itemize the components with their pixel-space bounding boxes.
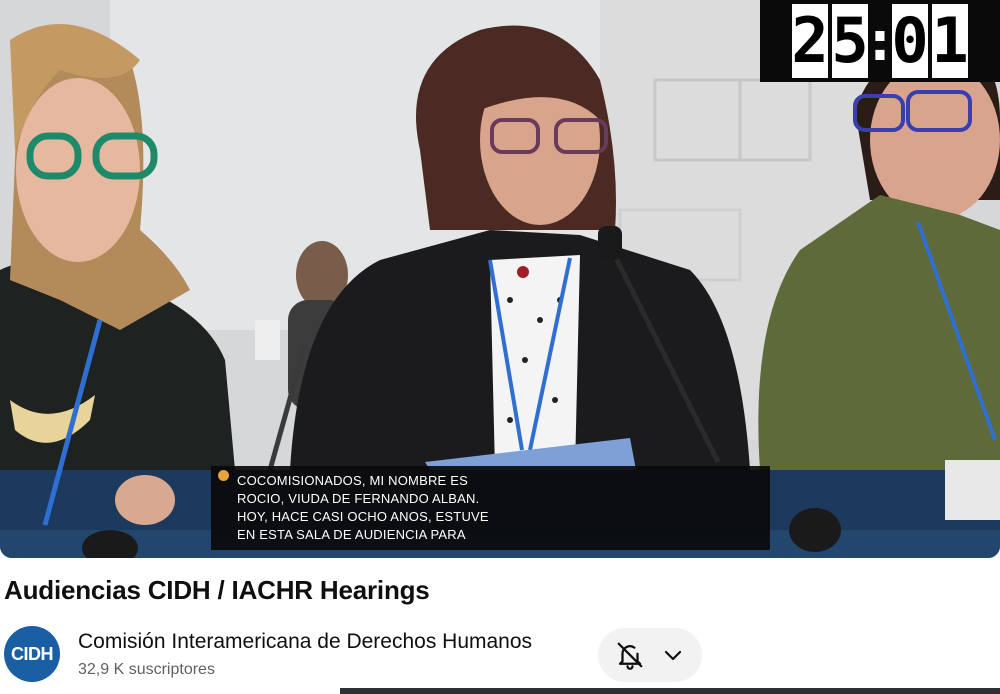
channel-name[interactable]: Comisión Interamericana de Derechos Huma…: [78, 630, 532, 654]
caption-line: ROCIO, VIUDA DE FERNANDO ALBAN.: [237, 491, 480, 506]
caption-line: HOY, HACE CASI OCHO ANOS, ESTUVE: [237, 509, 489, 524]
caption-box: COCOMISIONADOS, MI NOMBRE ES ROCIO, VIUD…: [211, 466, 770, 550]
caption-indicator-icon: [218, 470, 229, 481]
subscriber-count: 32,9 K suscriptores: [78, 661, 215, 678]
timer-digit: 0: [891, 4, 929, 78]
video-player[interactable]: 2 5 : 0 1 COCOMISIONADOS, MI NOMBRE ES R…: [0, 0, 1000, 558]
subscription-notifications-button[interactable]: [598, 628, 702, 682]
timer-digit: 1: [931, 4, 969, 78]
timer-colon: :: [863, 8, 897, 74]
countdown-timer: 2 5 : 0 1: [760, 0, 1000, 82]
channel-avatar[interactable]: CIDH: [4, 626, 60, 682]
caption-line: COCOMISIONADOS, MI NOMBRE ES: [237, 473, 468, 488]
video-title: Audiencias CIDH / IACHR Hearings: [4, 575, 430, 605]
next-video-edge: [340, 688, 1000, 694]
caption-line: EN ESTA SALA DE AUDIENCIA PARA: [237, 527, 466, 542]
chevron-down-icon: [661, 643, 685, 667]
bell-off-icon: [615, 640, 645, 670]
timer-digit: 2: [791, 4, 829, 78]
